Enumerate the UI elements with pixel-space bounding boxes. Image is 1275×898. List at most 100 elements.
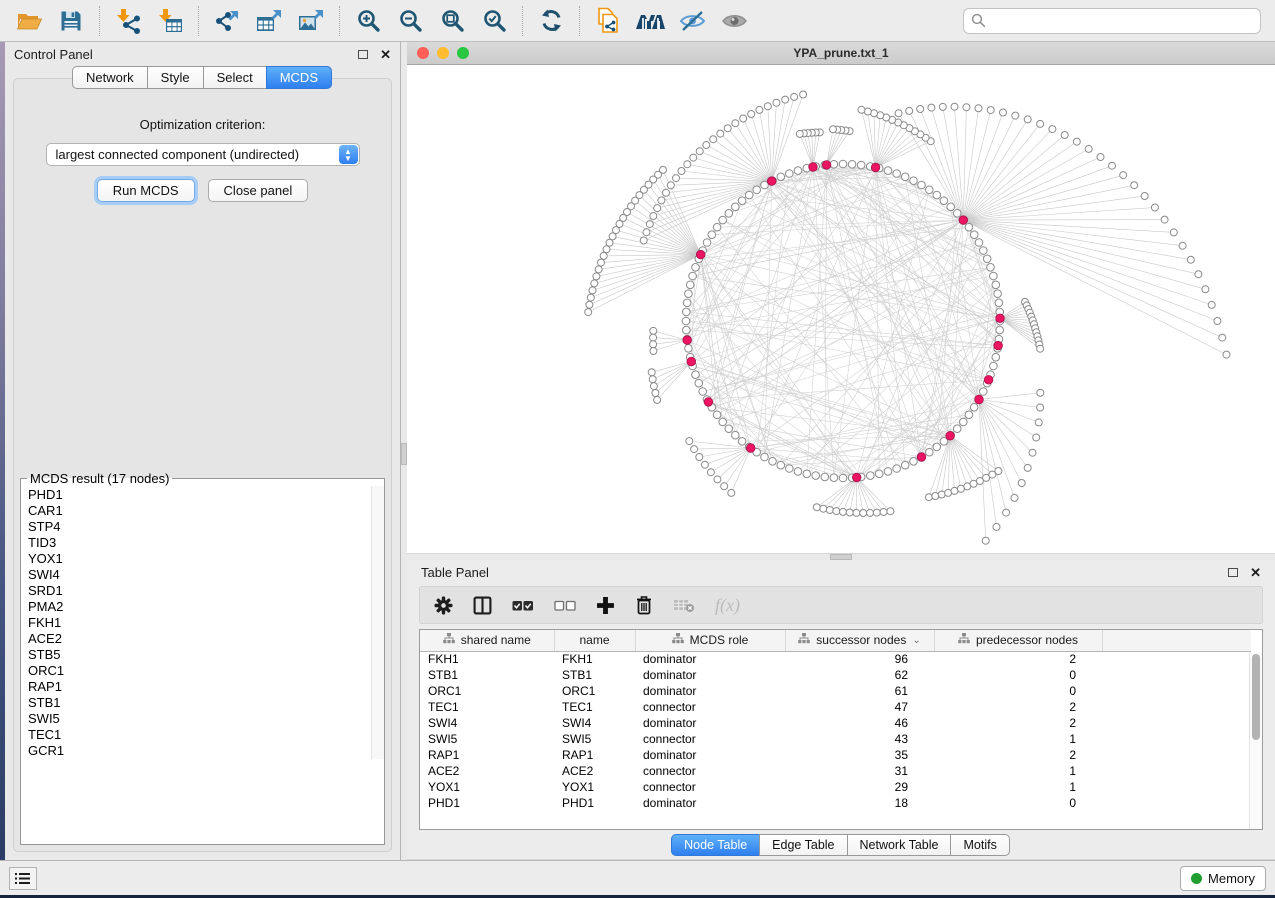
satellite-node[interactable] xyxy=(1003,509,1010,516)
ring-node[interactable] xyxy=(970,231,978,239)
satellite-node[interactable] xyxy=(867,509,874,516)
minimize-traffic-light[interactable] xyxy=(437,47,449,59)
satellite-node[interactable] xyxy=(696,148,703,155)
satellite-node[interactable] xyxy=(925,494,932,501)
cell-MCDS-role[interactable]: connector xyxy=(635,763,785,779)
satellite-node[interactable] xyxy=(640,237,647,244)
satellite-node[interactable] xyxy=(951,103,958,110)
mcds-result-item[interactable]: RAP1 xyxy=(28,679,384,695)
ring-node[interactable] xyxy=(738,438,746,446)
satellite-node[interactable] xyxy=(1000,109,1007,116)
satellite-node[interactable] xyxy=(595,266,602,273)
satellite-node[interactable] xyxy=(728,489,735,496)
search-input[interactable] xyxy=(991,13,1253,28)
close-traffic-light[interactable] xyxy=(417,47,429,59)
ring-node[interactable] xyxy=(965,223,973,231)
ring-node[interactable] xyxy=(867,472,875,480)
mcds-hub-node[interactable] xyxy=(822,161,831,170)
table-row[interactable]: PHD1PHD1dominator180 xyxy=(420,795,1251,811)
satellite-node[interactable] xyxy=(587,294,594,301)
cell-predecessor-nodes[interactable]: 0 xyxy=(934,667,1102,683)
select-all-icon[interactable] xyxy=(512,599,534,612)
cell-name[interactable]: ORC1 xyxy=(554,683,635,699)
satellite-node[interactable] xyxy=(1035,419,1042,426)
satellite-node[interactable] xyxy=(740,115,747,122)
tab-network-table[interactable]: Network Table xyxy=(847,834,952,856)
satellite-node[interactable] xyxy=(1049,126,1056,133)
cell-shared-name[interactable]: PHD1 xyxy=(420,795,554,811)
satellite-node[interactable] xyxy=(710,136,717,143)
ring-node[interactable] xyxy=(933,191,941,199)
ring-node[interactable] xyxy=(695,379,703,387)
float-panel-icon[interactable] xyxy=(1228,568,1238,577)
ring-node[interactable] xyxy=(992,353,1000,361)
cell-predecessor-nodes[interactable]: 1 xyxy=(934,731,1102,747)
close-panel-icon[interactable]: ✕ xyxy=(380,48,391,61)
horizontal-splitter[interactable] xyxy=(407,553,1275,560)
cell-predecessor-nodes[interactable]: 0 xyxy=(934,795,1102,811)
ring-node[interactable] xyxy=(689,272,697,280)
satellite-node[interactable] xyxy=(1024,116,1031,123)
mcds-hub-node[interactable] xyxy=(959,216,968,225)
ring-node[interactable] xyxy=(990,362,998,370)
cell-successor-nodes[interactable]: 43 xyxy=(785,731,934,747)
satellite-node[interactable] xyxy=(648,369,655,376)
memory-button[interactable]: Memory xyxy=(1180,866,1266,891)
first-neighbors-icon[interactable] xyxy=(629,3,671,39)
cell-name[interactable]: RAP1 xyxy=(554,747,635,763)
ring-node[interactable] xyxy=(987,264,995,272)
tab-select[interactable]: Select xyxy=(203,66,267,89)
ring-node[interactable] xyxy=(685,345,693,353)
tab-network[interactable]: Network xyxy=(72,66,148,89)
tab-style[interactable]: Style xyxy=(147,66,204,89)
mcds-result-item[interactable]: TEC1 xyxy=(28,727,384,743)
satellite-node[interactable] xyxy=(928,104,935,111)
cell-successor-nodes[interactable]: 47 xyxy=(785,699,934,715)
satellite-node[interactable] xyxy=(663,189,670,196)
satellite-node[interactable] xyxy=(690,154,697,161)
satellite-node[interactable] xyxy=(646,221,653,228)
satellite-node[interactable] xyxy=(820,505,827,512)
cell-name[interactable]: TEC1 xyxy=(554,699,635,715)
zoom-in-icon[interactable] xyxy=(347,3,389,39)
satellite-node[interactable] xyxy=(1170,229,1177,236)
table-row[interactable]: RAP1RAP1dominator352 xyxy=(420,747,1251,763)
export-table-icon[interactable] xyxy=(248,3,290,39)
ring-node[interactable] xyxy=(965,411,973,419)
satellite-node[interactable] xyxy=(796,130,803,137)
ring-node[interactable] xyxy=(686,281,694,289)
ring-node[interactable] xyxy=(839,160,847,168)
ring-node[interactable] xyxy=(983,255,991,263)
ring-node[interactable] xyxy=(794,167,802,175)
satellite-node[interactable] xyxy=(975,105,982,112)
ring-node[interactable] xyxy=(753,186,761,194)
satellite-node[interactable] xyxy=(1018,480,1025,487)
satellite-node[interactable] xyxy=(658,197,665,204)
tab-mcds[interactable]: MCDS xyxy=(266,66,332,89)
ring-node[interactable] xyxy=(893,170,901,178)
satellite-node[interactable] xyxy=(880,509,887,516)
satellite-node[interactable] xyxy=(963,104,970,111)
satellite-node[interactable] xyxy=(1085,145,1092,152)
cell-name[interactable]: SWI5 xyxy=(554,731,635,747)
satellite-node[interactable] xyxy=(1037,389,1044,396)
cell-name[interactable]: ACE2 xyxy=(554,763,635,779)
satellite-node[interactable] xyxy=(673,175,680,182)
mcds-hub-node[interactable] xyxy=(746,444,755,453)
satellite-node[interactable] xyxy=(800,91,807,98)
satellite-node[interactable] xyxy=(826,507,833,514)
satellite-node[interactable] xyxy=(686,438,693,445)
tab-edge-table[interactable]: Edge Table xyxy=(759,834,847,856)
satellite-node[interactable] xyxy=(932,493,939,500)
ring-node[interactable] xyxy=(996,326,1004,334)
satellite-node[interactable] xyxy=(791,93,798,100)
cell-successor-nodes[interactable]: 18 xyxy=(785,795,934,811)
tab-node-table[interactable]: Node Table xyxy=(671,834,760,856)
run-mcds-button[interactable]: Run MCDS xyxy=(97,179,195,202)
cell-successor-nodes[interactable]: 61 xyxy=(785,683,934,699)
ring-node[interactable] xyxy=(994,290,1002,298)
satellite-node[interactable] xyxy=(1202,286,1209,293)
ring-node[interactable] xyxy=(980,247,988,255)
ring-node[interactable] xyxy=(703,239,711,247)
ring-node[interactable] xyxy=(732,431,740,439)
